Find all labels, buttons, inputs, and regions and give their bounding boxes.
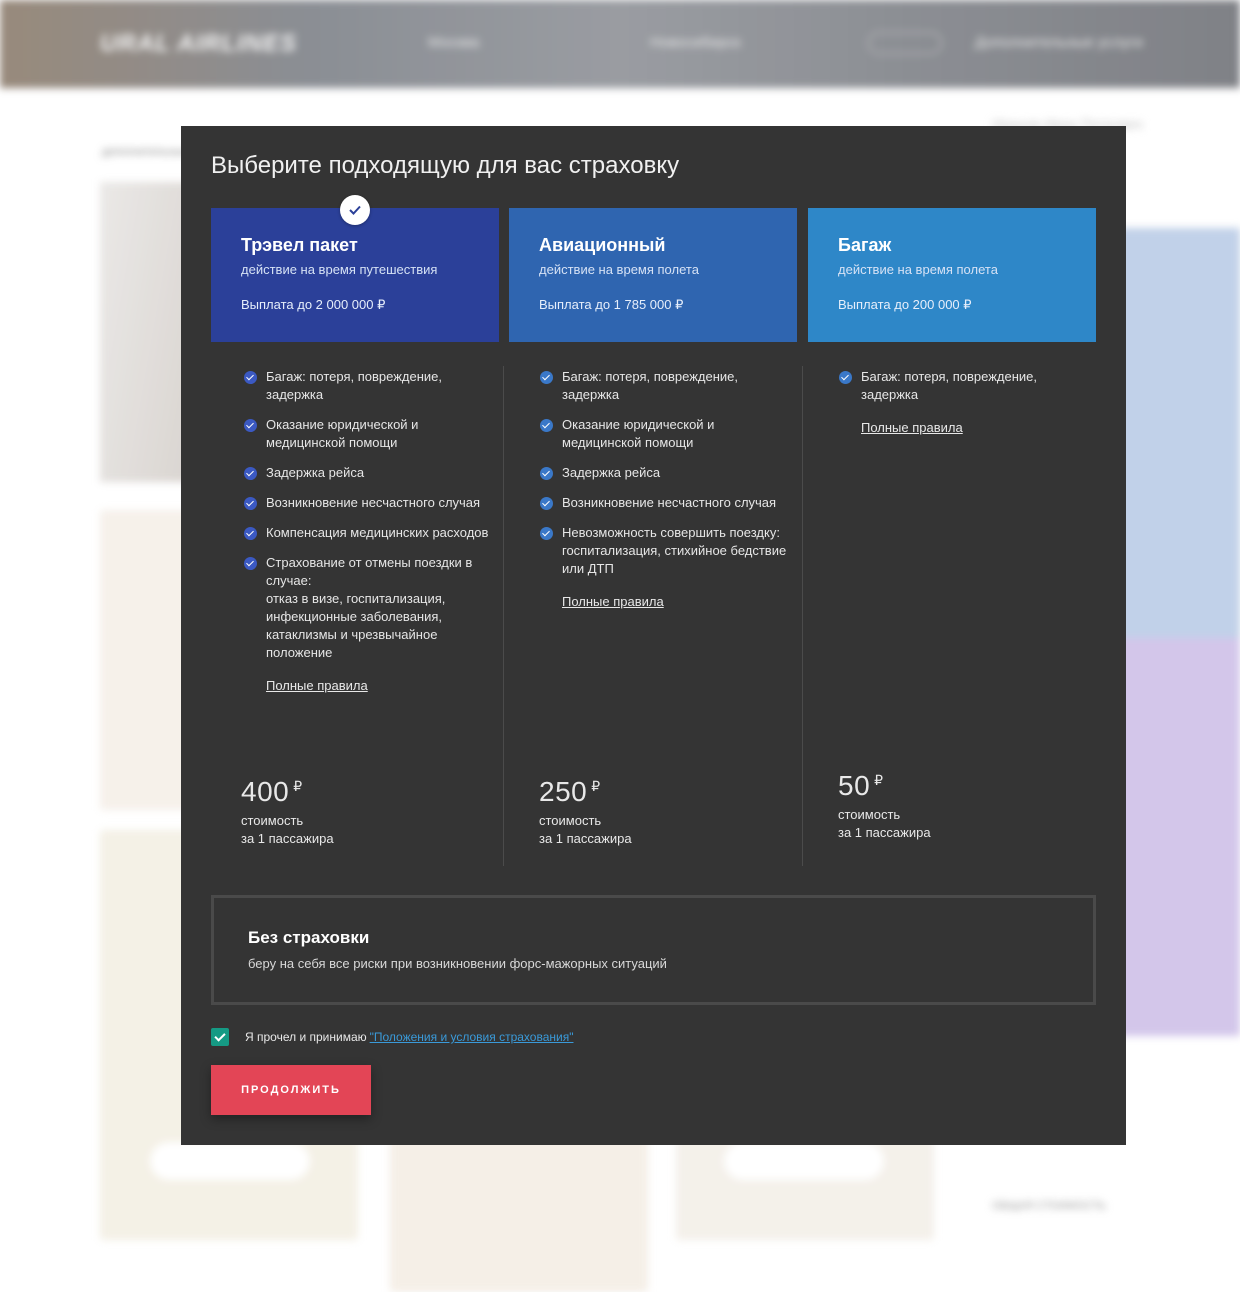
plan-subtitle: действие на время полета	[838, 262, 998, 277]
feature-list: Багаж: потеря, повреждение, задержка Ока…	[211, 366, 509, 695]
feature-item: Багаж: потеря, повреждение, задержка	[540, 368, 790, 404]
check-icon	[540, 527, 553, 540]
feature-item: Возникновение несчастного случая	[244, 494, 494, 512]
plan-card-travel[interactable]: Трэвел пакет действие на время путешеств…	[211, 195, 499, 342]
plan-details-aviation: Багаж: потеря, повреждение, задержка Ока…	[503, 366, 801, 866]
plan-card-baggage[interactable]: Багаж действие на время полета Выплата д…	[808, 208, 1096, 342]
plan-details-baggage: Багаж: потеря, повреждение, задержка Пол…	[802, 366, 1100, 866]
check-icon	[540, 419, 553, 432]
price-value: 50 ₽	[838, 770, 884, 801]
currency-sign: ₽	[591, 778, 601, 794]
plan-card-aviation[interactable]: Авиационный действие на время полета Вып…	[509, 208, 797, 342]
feature-item: Багаж: потеря, повреждение, задержка	[244, 368, 494, 404]
agreement-row: Я прочел и принимаю "Положения и условия…	[211, 1027, 573, 1047]
plan-payout: Выплата до 2 000 000 ₽	[241, 297, 386, 312]
check-icon	[839, 371, 852, 384]
feature-item: Возникновение несчастного случая	[540, 494, 790, 512]
plan-name: Авиационный	[539, 235, 666, 255]
rules-link[interactable]: Полные правила	[266, 678, 368, 693]
check-icon	[244, 497, 257, 510]
feature-item: Задержка рейса	[540, 464, 790, 482]
currency-sign: ₽	[293, 778, 303, 794]
price-block: 50 ₽ стоимость за 1 пассажира	[838, 770, 978, 842]
feature-list: Багаж: потеря, повреждение, задержка Пол…	[803, 366, 1100, 437]
plan-payout: Выплата до 1 785 000 ₽	[539, 297, 684, 312]
no-insurance-title: Без страховки	[248, 928, 370, 947]
plan-name: Багаж	[838, 235, 892, 255]
currency-sign: ₽	[874, 772, 884, 788]
plan-payout: Выплата до 200 000 ₽	[838, 297, 972, 312]
feature-item: Компенсация медицинских расходов	[244, 524, 494, 542]
price-value: 250 ₽	[539, 776, 601, 807]
agreement-text: Я прочел и принимаю	[245, 1030, 367, 1044]
check-icon	[540, 497, 553, 510]
terms-link[interactable]: "Положения и условия страхования"	[370, 1030, 574, 1044]
feature-item: Невозможность совершить поездку: госпита…	[540, 524, 790, 578]
selected-check-icon	[340, 195, 370, 225]
feature-item: Страхование от отмены поездки в случае: …	[244, 554, 494, 662]
feature-item: Задержка рейса	[244, 464, 494, 482]
price-block: 250 ₽ стоимость за 1 пассажира	[539, 776, 679, 848]
plan-name: Трэвел пакет	[241, 235, 358, 255]
check-icon	[244, 419, 257, 432]
price-value: 400 ₽	[241, 776, 303, 807]
check-icon	[244, 467, 257, 480]
check-icon	[244, 527, 257, 540]
rules-link[interactable]: Полные правила	[861, 420, 963, 435]
price-block: 400 ₽ стоимость за 1 пассажира	[241, 776, 381, 848]
check-icon	[244, 557, 257, 570]
check-icon	[540, 467, 553, 480]
feature-item: Оказание юридической и медицинской помощ…	[540, 416, 790, 452]
rules-link[interactable]: Полные правила	[562, 594, 664, 609]
feature-list: Багаж: потеря, повреждение, задержка Ока…	[504, 366, 801, 611]
plan-subtitle: действие на время полета	[539, 262, 699, 277]
modal-title: Выберите подходящую для вас страховку	[211, 152, 680, 179]
price-caption: стоимость за 1 пассажира	[241, 813, 334, 846]
plan-subtitle: действие на время путешествия	[241, 262, 438, 277]
price-caption: стоимость за 1 пассажира	[539, 813, 632, 846]
feature-item: Багаж: потеря, повреждение, задержка	[839, 368, 1089, 404]
no-insurance-subtitle: беру на себя все риски при возникновении…	[248, 956, 667, 971]
agreement-checkbox[interactable]	[211, 1028, 229, 1046]
plan-details-travel: Багаж: потеря, повреждение, задержка Ока…	[211, 366, 509, 866]
check-icon	[244, 371, 257, 384]
no-insurance-option[interactable]: Без страховки беру на себя все риски при…	[211, 895, 1096, 1005]
price-caption: стоимость за 1 пассажира	[838, 807, 931, 840]
check-icon	[540, 371, 553, 384]
feature-item: Оказание юридической и медицинской помощ…	[244, 416, 494, 452]
continue-button[interactable]: ПРОДОЛЖИТЬ	[211, 1065, 371, 1115]
insurance-modal: Выберите подходящую для вас страховку Тр…	[181, 126, 1126, 1145]
